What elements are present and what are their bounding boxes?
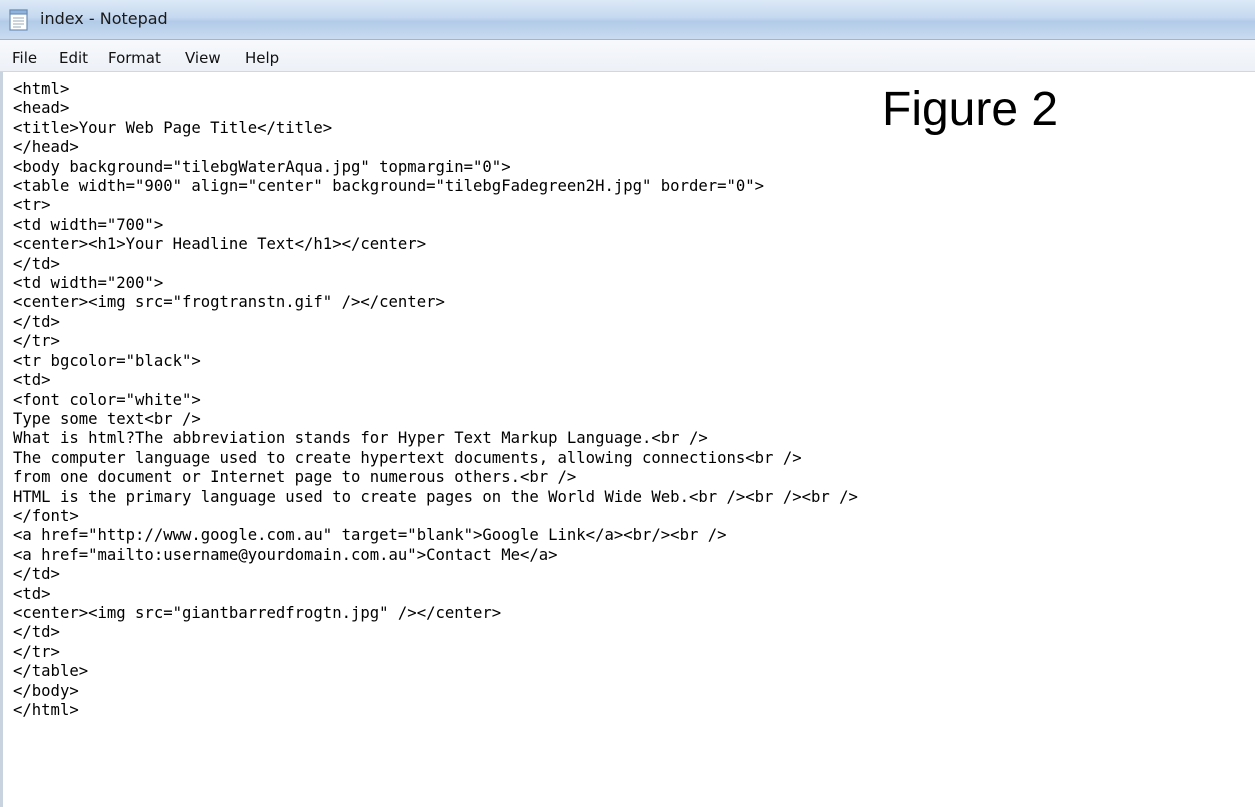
code-line: <html> — [13, 80, 70, 98]
code-line: </head> — [13, 138, 79, 157]
code-line: What is html?The abbreviation stands for… — [13, 429, 708, 448]
code-line: </td> — [13, 565, 60, 584]
text-editor-area[interactable]: <html> <head> <title>Your Web Page Title… — [0, 72, 1255, 807]
menu-format[interactable]: Format — [108, 49, 161, 67]
notepad-icon — [8, 8, 30, 32]
code-line: <table width="900" align="center" backgr… — [13, 177, 765, 196]
code-line: <center><img src="frogtranstn.gif" /></c… — [13, 293, 445, 312]
code-line: <td> — [13, 584, 51, 603]
code-line: The computer language used to create hyp… — [13, 448, 802, 467]
menu-bar: File Edit Format View Help — [0, 40, 1255, 72]
code-line: </font> — [13, 506, 79, 525]
code-line: </html> — [13, 701, 79, 719]
menu-help[interactable]: Help — [245, 49, 279, 67]
menu-edit[interactable]: Edit — [59, 49, 88, 67]
code-line: <tr> — [13, 196, 51, 215]
code-line: <center><img src="giantbarredfrogtn.jpg"… — [13, 603, 502, 622]
code-line: <td> — [13, 371, 51, 390]
code-line: </tr> — [13, 642, 60, 661]
menu-file[interactable]: File — [12, 49, 37, 67]
code-line: <head> — [13, 99, 70, 118]
code-line: HTML is the primary language used to cre… — [13, 487, 858, 506]
code-line: </tr> — [13, 332, 60, 351]
code-line: <title>Your Web Page Title</title> — [13, 118, 333, 137]
code-line: </body> — [13, 681, 79, 700]
code-line: </td> — [13, 312, 60, 331]
code-line: </table> — [13, 662, 89, 681]
code-line: <font color="white"> — [13, 390, 201, 409]
code-line: </td> — [13, 623, 60, 642]
code-line: from one document or Internet page to nu… — [13, 468, 577, 487]
editor-content: <html> <head> <title>Your Web Page Title… — [13, 80, 858, 720]
figure-label: Figure 2 — [882, 83, 1059, 136]
code-line: </td> — [13, 254, 60, 273]
code-line: <body background="tilebgWaterAqua.jpg" t… — [13, 157, 511, 176]
title-bar[interactable]: index - Notepad — [0, 0, 1255, 40]
code-line: <a href="http://www.google.com.au" targe… — [13, 526, 727, 545]
code-line: <center><h1>Your Headline Text</h1></cen… — [13, 235, 427, 254]
code-line: Type some text<br /> — [13, 409, 201, 428]
window-title: index - Notepad — [40, 9, 168, 28]
code-line: <td width="200"> — [13, 274, 164, 293]
code-line: <tr bgcolor="black"> — [13, 351, 201, 370]
code-line: <a href="mailto:username@yourdomain.com.… — [13, 545, 558, 564]
code-line: <td width="700"> — [13, 215, 164, 234]
menu-view[interactable]: View — [185, 49, 221, 67]
